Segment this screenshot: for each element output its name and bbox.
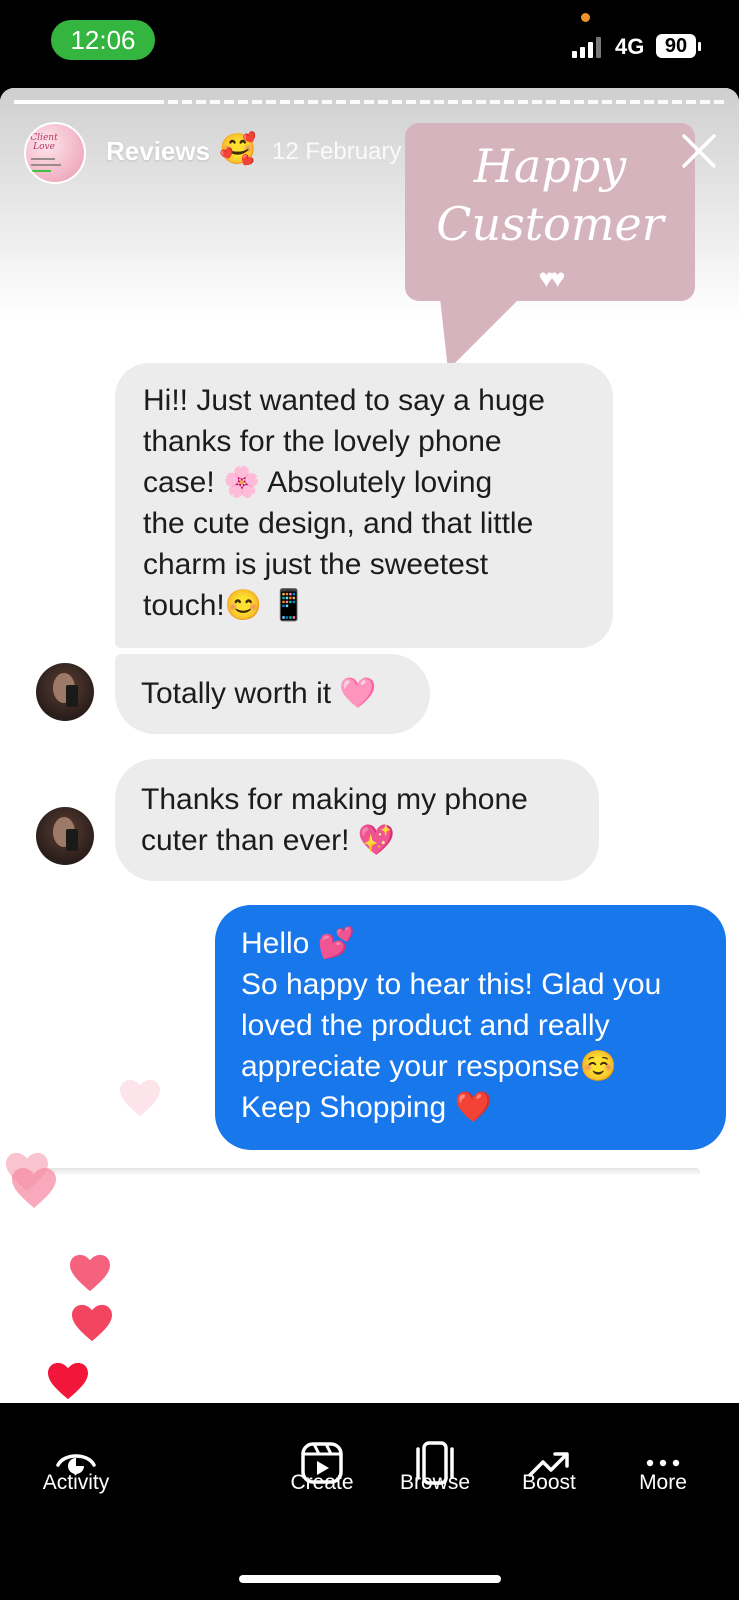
- battery-nub: [698, 42, 701, 51]
- sticker-hearts: ♥♥: [538, 263, 566, 293]
- status-bar: 12:06 4G 90: [0, 0, 739, 88]
- message-line: loved the product and really: [241, 1009, 610, 1042]
- message-line: Keep Shopping ❤️: [241, 1091, 492, 1124]
- toolbar-create-button[interactable]: Create: [267, 1403, 377, 1543]
- account-avatar[interactable]: Client Love: [24, 122, 86, 184]
- floating-heart-icon: [70, 1254, 110, 1292]
- sticker-speech-tail: [440, 298, 520, 370]
- story-date: 12 February: [272, 138, 402, 165]
- story-toolbar: Activity Create Browse Boost More: [0, 1403, 739, 1600]
- message-line: touch!😊 📱: [143, 589, 308, 622]
- message-line: the cute design, and that little: [143, 507, 534, 540]
- message-line: charm is just the sweetest: [143, 548, 489, 581]
- message-line: appreciate your response☺️: [241, 1050, 617, 1083]
- story-viewer[interactable]: Client Love Reviews 🥰 12 February Happy …: [0, 88, 739, 1403]
- toolbar-label: Browse: [399, 1471, 471, 1494]
- avatar-brand-text: Client Love: [30, 133, 58, 152]
- privacy-indicator-dot: [581, 13, 590, 22]
- toolbar-label: More: [639, 1471, 687, 1494]
- account-name[interactable]: Reviews: [106, 136, 210, 167]
- toolbar-browse-button[interactable]: Browse: [380, 1403, 490, 1543]
- toolbar-label: Activity: [42, 1471, 110, 1494]
- message-line: So happy to hear this! Glad you: [241, 968, 662, 1001]
- screenshot-divider: [40, 1168, 700, 1176]
- story-progress-current: [14, 100, 160, 104]
- sticker-line-1: Happy: [473, 139, 627, 193]
- network-type: 4G: [615, 34, 645, 59]
- message-line: Thanks for making my phone: [141, 783, 528, 816]
- signal-strength-icon: [572, 36, 606, 58]
- toolbar-label: Create: [290, 1471, 354, 1494]
- floating-heart-icon: [120, 1079, 160, 1117]
- message-line: Hello 💕: [241, 927, 356, 960]
- sticker-text: Happy Customer: [405, 137, 695, 253]
- toolbar-label: Boost: [522, 1471, 576, 1494]
- message-line: Hi!! Just wanted to say a huge: [143, 384, 545, 417]
- toolbar-activity-button[interactable]: Activity: [21, 1403, 131, 1543]
- home-indicator[interactable]: [239, 1575, 501, 1583]
- status-time: 12:06: [51, 20, 155, 60]
- message-bubble-incoming: Thanks for making my phone cuter than ev…: [115, 759, 599, 881]
- toolbar-more-button[interactable]: More: [608, 1403, 718, 1543]
- sender-avatar: [36, 807, 94, 865]
- floating-heart-icon: [12, 1168, 56, 1208]
- message-bubble-incoming: Totally worth it 🩷: [115, 654, 430, 734]
- account-emoji: 🥰: [219, 133, 257, 166]
- floating-heart-icon: [48, 1362, 88, 1400]
- floating-heart-icon: [72, 1304, 112, 1342]
- message-line: cuter than ever! 💖: [141, 824, 396, 857]
- toolbar-boost-button[interactable]: Boost: [494, 1403, 604, 1543]
- close-icon[interactable]: [676, 128, 722, 174]
- battery-icon: 90: [656, 34, 696, 58]
- happy-customer-sticker: Happy Customer ♥♥: [405, 123, 695, 301]
- message-bubble-reply: Hello 💕 So happy to hear this! Glad you …: [215, 905, 726, 1150]
- message-line: case! 🌸 Absolutely loving: [143, 466, 493, 499]
- message-line: Totally worth it 🩷: [141, 677, 377, 710]
- message-line: thanks for the lovely phone: [143, 425, 502, 458]
- sender-avatar: [36, 663, 94, 721]
- sticker-line-2: Customer: [436, 197, 664, 251]
- message-bubble-incoming: Hi!! Just wanted to say a huge thanks fo…: [115, 363, 613, 648]
